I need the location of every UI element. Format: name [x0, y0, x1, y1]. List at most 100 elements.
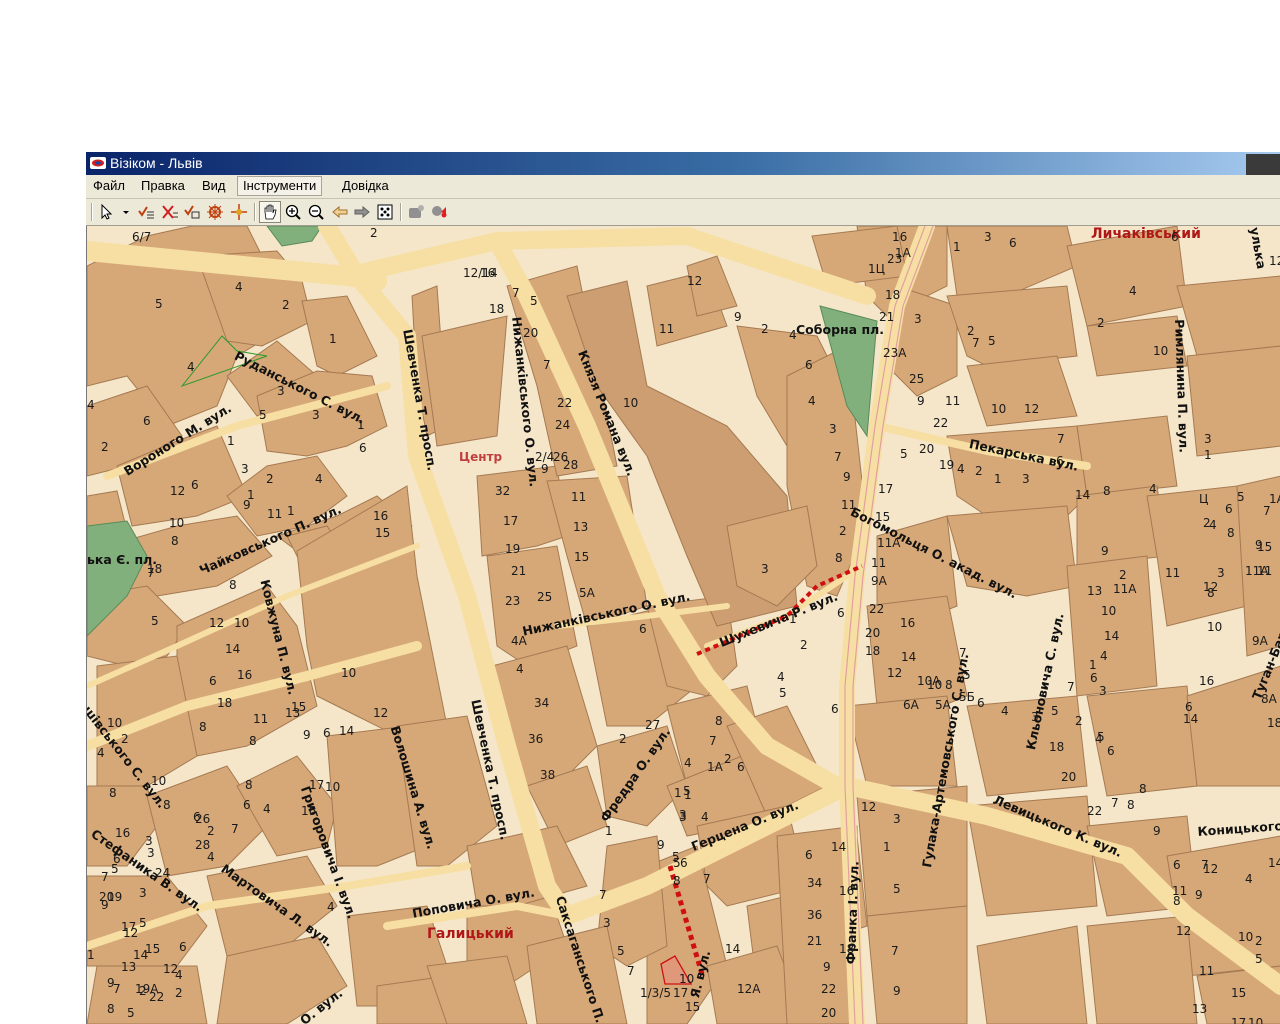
zoom-in-icon[interactable]	[283, 202, 303, 222]
menu-file[interactable]: Файл	[88, 177, 130, 195]
house-number: 9	[843, 470, 851, 484]
house-number: 23	[887, 252, 903, 266]
select-arrow-icon[interactable]	[96, 202, 116, 222]
house-number: 38	[540, 768, 556, 782]
house-number: 12	[163, 962, 179, 976]
house-number: 25	[537, 590, 553, 604]
zoom-out-icon[interactable]	[306, 202, 326, 222]
house-number: 5	[111, 862, 119, 876]
house-number: 10	[234, 616, 250, 630]
house-number: 22	[933, 416, 949, 430]
full-extent-icon[interactable]	[375, 202, 395, 222]
house-number: 12А	[737, 982, 761, 996]
house-number: 16	[1199, 674, 1215, 688]
house-number: 11	[1199, 964, 1215, 978]
house-number: 5	[127, 1006, 135, 1020]
tools-icon[interactable]	[205, 202, 225, 222]
house-number: 16	[900, 616, 916, 630]
house-number: 18	[1049, 740, 1065, 754]
dropdown-arrow-icon[interactable]	[116, 202, 129, 222]
house-number: 12	[1269, 254, 1280, 268]
house-number: 6	[179, 940, 187, 954]
locate-marker-icon[interactable]	[429, 202, 449, 222]
house-number: 12	[170, 484, 186, 498]
house-number: 9А	[1252, 634, 1268, 648]
select-area-icon[interactable]	[182, 202, 202, 222]
house-number: 6	[1056, 454, 1064, 468]
house-number: 16	[373, 509, 389, 523]
house-number: 12	[123, 926, 139, 940]
title-bar[interactable]: Візіком - Львів	[86, 152, 1280, 194]
house-number: 9	[734, 310, 742, 324]
house-number: 2	[282, 298, 290, 312]
house-number: 17	[878, 482, 894, 496]
house-number: 10	[341, 666, 357, 680]
house-number: 10	[679, 972, 695, 986]
menu-help[interactable]: Довідка	[337, 177, 394, 195]
house-number: 6	[243, 798, 251, 812]
house-number: 2	[975, 464, 983, 478]
house-number: 7	[1111, 796, 1119, 810]
house-number: 9	[823, 960, 831, 974]
house-number: 14	[339, 724, 355, 738]
house-number: 7	[1201, 858, 1209, 872]
house-number: 1А	[1269, 492, 1280, 506]
house-number: 1	[994, 472, 1002, 486]
forward-arrow-icon[interactable]	[352, 202, 372, 222]
menu-tools[interactable]: Інструменти	[237, 176, 323, 196]
menu-view[interactable]: Вид	[197, 177, 231, 195]
house-number: 21	[879, 310, 895, 324]
select-layer-icon[interactable]	[136, 202, 156, 222]
house-number: 5	[988, 334, 996, 348]
house-number: 17	[503, 514, 519, 528]
house-number: 12	[1024, 402, 1040, 416]
house-number: 5	[963, 668, 971, 682]
house-number: 5	[779, 686, 787, 700]
house-number: 9	[303, 728, 311, 742]
house-number: 4	[1001, 704, 1009, 718]
house-number: 16	[237, 668, 253, 682]
house-number: 6	[143, 414, 151, 428]
house-number: 2	[619, 732, 627, 746]
house-number: 10	[927, 678, 943, 692]
house-number: 10	[1248, 1016, 1264, 1024]
house-number: 25	[909, 372, 925, 386]
menu-edit[interactable]: Правка	[136, 177, 190, 195]
house-number: 4	[315, 472, 323, 486]
pan-hand-icon[interactable]	[259, 201, 281, 223]
house-number: 3	[1099, 684, 1107, 698]
house-number: 10	[169, 516, 185, 530]
house-number: 18	[489, 302, 505, 316]
map-view[interactable]: Личаківський Галицький Центр Соборна пл.…	[86, 226, 1280, 1024]
house-number: 20	[821, 1006, 837, 1020]
house-number: 20	[1061, 770, 1077, 784]
house-number: 5А	[579, 586, 595, 600]
house-number: 17	[1231, 1016, 1247, 1024]
house-number: 8	[171, 534, 179, 548]
house-number: 12	[687, 274, 703, 288]
house-number: 8	[229, 578, 237, 592]
house-number: 4	[684, 756, 692, 770]
house-number: 2	[207, 824, 215, 838]
house-number: 21	[807, 934, 823, 948]
route-icon[interactable]	[406, 202, 426, 222]
house-number: 19	[107, 890, 123, 904]
house-number: Ц	[1199, 492, 1209, 506]
house-number: 6	[1107, 744, 1115, 758]
deselect-icon[interactable]	[160, 202, 180, 222]
app-window: Візіком - Львів Файл Правка Вид Інструме…	[86, 152, 1280, 1024]
house-number: 26	[195, 812, 211, 826]
house-number: 18	[839, 942, 855, 956]
house-number: 19	[505, 542, 521, 556]
toolbar	[86, 199, 1280, 226]
house-number: 2	[101, 440, 109, 454]
house-number: 9	[893, 984, 901, 998]
settings-icon[interactable]	[229, 202, 249, 222]
house-number: 5	[155, 297, 163, 311]
house-number: 1	[357, 418, 365, 432]
house-number: 8	[107, 1002, 115, 1016]
back-arrow-icon[interactable]	[330, 202, 350, 222]
house-number: 3	[312, 408, 320, 422]
house-number: 3	[893, 812, 901, 826]
house-number: 1	[329, 332, 337, 346]
